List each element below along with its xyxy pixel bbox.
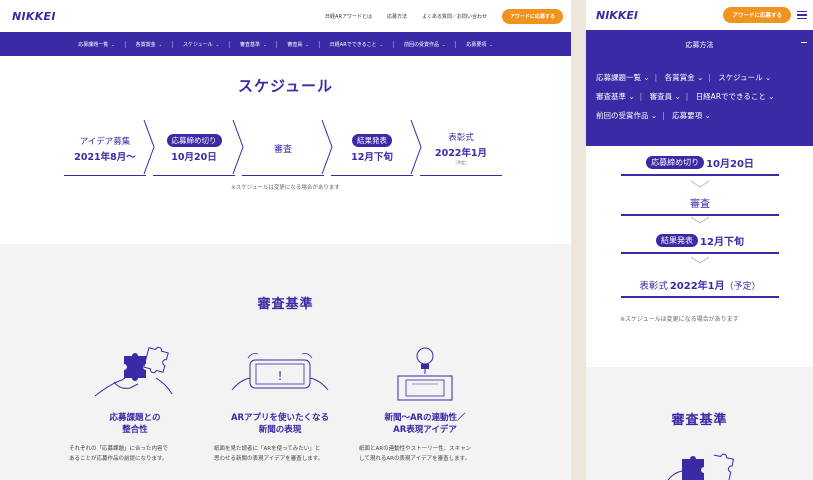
mobile-menu-links: 応募課題一覧 ⌄ | 各賞賞金 ⌄ | スケジュール ⌄ 審査基準 ⌄ | 審査員 ⌄… <box>596 73 775 120</box>
chevron-down-icon: ⌄ <box>305 41 309 47</box>
mobile-menu: 応募方法 応募課題一覧 ⌄ | 各賞賞金 ⌄ | スケジュール ⌄ 審査基準 ⌄ | … <box>586 30 813 146</box>
mobile-header: NIKKEI アワードに応募する <box>586 0 813 30</box>
chevron-down-icon <box>690 216 710 224</box>
criteria-title: 審査基準 <box>257 297 314 312</box>
mobile-schedule-note: ※スケジュールは変更になる場合があります <box>620 316 739 323</box>
chevron-down-icon: ⌄ <box>441 41 446 47</box>
chevron-down-icon <box>690 256 710 264</box>
mobile-menu-title[interactable]: 応募方法 <box>586 40 813 50</box>
schedule-step-review: 審査 <box>242 120 333 176</box>
deadline-badge: 応募締め切り <box>166 134 222 147</box>
mobile-criteria-section: 審査基準 <box>586 367 813 480</box>
schedule-step-results: 結果発表 12月下旬 <box>331 120 422 176</box>
svg-text:!: ! <box>278 369 283 383</box>
criteria-item-alignment: 応募課題との 整合性 それぞれの「応募課題」に合った内容で あることが応募作品の前提… <box>65 344 205 464</box>
schedule-steps: アイデア募集 2021年8月〜 応募締め切り 10月20日 審査 結果発表 12… <box>64 120 504 176</box>
chevron-down-icon: ⌄ <box>489 41 493 47</box>
apply-award-button[interactable]: アワードに応募する <box>501 8 563 24</box>
nikkei-logo[interactable]: NIKKEI <box>596 9 638 22</box>
mobile-link-past-winners[interactable]: 前回の受賞作品 ⌄ <box>596 111 657 120</box>
top-nav-how-to-apply[interactable]: 応募方法 <box>387 13 407 20</box>
puzzle-hand-icon <box>667 453 735 480</box>
mobile-link-criteria[interactable]: 審査基準 ⌄ <box>596 92 635 101</box>
top-nav-about[interactable]: 日経ARアワードとは <box>325 13 372 20</box>
main-navbar: 応募課題一覧 ⌄ 各賞賞金 ⌄ スケジュール ⌄ 審査基準 ⌄ 審査員 ⌄ 日経ARででき… <box>0 32 571 56</box>
nav-item-past-winners[interactable]: 前回の受賞作品 ⌄ <box>392 40 455 48</box>
chevron-down-icon: ⌄ <box>215 41 220 47</box>
nav-item-categories[interactable]: 応募課題一覧 ⌄ <box>68 41 124 48</box>
mobile-step-ceremony: 表彰式 2022年1月（予定） <box>621 274 779 298</box>
nav-item-schedule[interactable]: スケジュール ⌄ <box>172 40 229 48</box>
nav-item-ar-features[interactable]: 日経ARでできること ⌄ <box>318 40 393 48</box>
chevron-down-icon: ⌄ <box>379 41 383 47</box>
chevron-down-icon: ⌄ <box>111 41 115 47</box>
desktop-view: NIKKEI 日経ARアワードとは 応募方法 よくある質問／お問い合わせ アワー… <box>0 0 571 480</box>
mobile-link-guidelines[interactable]: 応募要項 ⌄ <box>672 111 711 120</box>
nav-item-guidelines[interactable]: 応募要項 ⌄ <box>455 40 502 48</box>
lightbulb-icon <box>397 347 453 401</box>
chevron-down-icon: ⌄ <box>158 41 163 47</box>
hamburger-menu-icon[interactable] <box>797 9 807 22</box>
chevron-down-icon: ⌄ <box>263 41 267 47</box>
mobile-link-ar-features[interactable]: 日経ARでできること ⌄ <box>696 92 775 101</box>
schedule-step-ideas: アイデア募集 2021年8月〜 <box>64 120 155 176</box>
criteria-section: 審査基準 応募課題との 整合性 それぞれの「応募課題」に合った内容で あることが応募… <box>0 244 571 480</box>
mobile-step-results: 結果発表 12月下旬 <box>621 230 779 254</box>
mobile-link-judges[interactable]: 審査員 ⌄ <box>650 92 681 101</box>
criteria-item-linkage: 新聞〜ARの連動性／ AR表現アイデア 紙面とARの連動性やストーリー性、スキャン… <box>355 344 495 464</box>
nav-item-prizes[interactable]: 各賞賞金 ⌄ <box>124 40 172 48</box>
chevron-down-icon <box>690 180 710 188</box>
mobile-criteria-title: 審査基準 <box>671 413 728 428</box>
apply-award-button[interactable]: アワードに応募する <box>723 7 791 23</box>
nav-item-judges[interactable]: 審査員 ⌄ <box>276 40 318 48</box>
mobile-link-schedule[interactable]: スケジュール ⌄ <box>718 73 771 82</box>
schedule-step-deadline: 応募締め切り 10月20日 <box>153 120 244 176</box>
mobile-link-categories[interactable]: 応募課題一覧 ⌄ <box>596 73 650 82</box>
mobile-step-review: 審査 <box>621 192 779 216</box>
schedule-title: スケジュール <box>238 77 333 95</box>
nav-item-criteria[interactable]: 審査基準 ⌄ <box>229 40 276 48</box>
puzzle-hand-icon <box>94 346 173 397</box>
criteria-item-ar-app: ! ARアプリを使いたくなる 新聞の表現 紙面を見た読者に「ARを使ってみたい」と… <box>210 344 350 464</box>
phone-hands-icon: ! <box>231 353 329 391</box>
top-nav: 日経ARアワードとは 応募方法 よくある質問／お問い合わせ アワードに応募する <box>325 8 563 24</box>
nikkei-logo[interactable]: NIKKEI <box>12 10 56 23</box>
mobile-step-deadline: 応募締め切り 10月20日 <box>621 152 779 176</box>
schedule-step-ceremony: 表彰式 2022年1月 （予定） <box>420 120 502 176</box>
mobile-link-prizes[interactable]: 各賞賞金 ⌄ <box>665 73 704 82</box>
header: NIKKEI 日経ARアワードとは 応募方法 よくある質問／お問い合わせ アワー… <box>0 0 571 32</box>
collapse-icon[interactable] <box>801 42 807 43</box>
top-nav-faq[interactable]: よくある質問／お問い合わせ <box>422 13 487 20</box>
mobile-view: NIKKEI アワードに応募する 応募方法 応募課題一覧 ⌄ | 各賞賞金 ⌄ | … <box>586 0 813 480</box>
results-badge: 結果発表 <box>352 134 392 147</box>
schedule-note: ※スケジュールは変更になる場合があります <box>231 185 340 191</box>
